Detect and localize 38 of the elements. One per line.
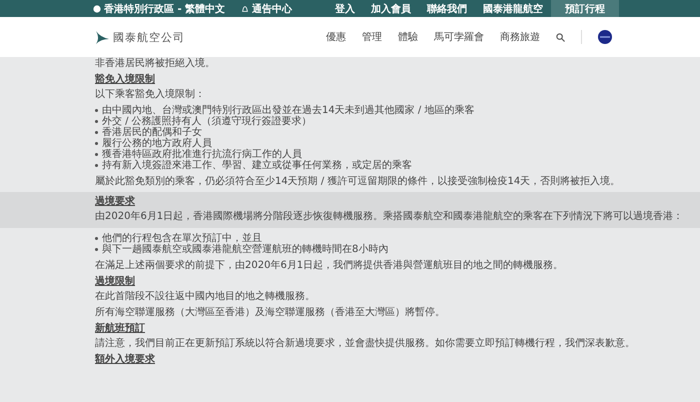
bell-icon	[241, 4, 250, 12]
top-link[interactable]: 預訂行程	[551, 0, 619, 17]
search-icon[interactable]	[556, 32, 565, 42]
top-link[interactable]: 加入會員	[363, 0, 419, 17]
section-heading: 額外入境要求	[95, 354, 156, 365]
top-link[interactable]: 聯絡我們	[419, 0, 475, 17]
logo-text: 國泰航空公司	[113, 30, 185, 44]
top-link[interactable]: 登入	[327, 0, 363, 17]
paragraph: 非香港居民將被拒絕入境。	[95, 58, 216, 69]
paragraph: 在此首階段不設往返中國內地目的地之轉機服務。	[95, 291, 316, 302]
paragraph: 屬於此豁免類別的乘客，仍必須符合至少14天預期 / 獲許可逗留期限的條件，以接受強制檢疫14天，否則將被拒入境。	[95, 176, 622, 187]
paragraph: 所有海空聯運服務（大灣區至香港）及海空聯運服務（香港至大灣區）將暫停。	[95, 307, 446, 318]
list-item: 外交 / 公務護照持有人（須遵守現行簽證要求）	[95, 116, 680, 127]
notices-label: 通告中心	[252, 2, 292, 16]
section-heading: 豁免入境限制	[95, 74, 156, 85]
membership-badge-icon[interactable]	[598, 30, 612, 44]
nav-item[interactable]: 商務旅遊	[500, 30, 540, 44]
paragraph: 請注意，我們目前正在更新預訂系統以符合新過境要求，並會盡快提供服務。如你需要立即預訂轉機行程，我們深表歉意。	[95, 338, 636, 349]
list-item: 香港居民的配偶和子女	[95, 127, 680, 138]
section-heading: 過境要求	[95, 196, 136, 207]
list-item: 與下一趟國泰航空或國泰港龍航空營運航班的轉機時間在8小時內	[95, 244, 680, 255]
bird-logo-icon	[95, 30, 109, 44]
nav-item[interactable]: 體驗	[398, 30, 418, 44]
top-link[interactable]: 國泰港龍航空	[475, 0, 551, 17]
nav-item[interactable]: 管理	[362, 30, 382, 44]
section-heading: 新航班預訂	[95, 323, 146, 334]
list-item: 由中國內地、台灣或澳門特別行政區出發並在過去14天未到過其他國家 / 地區的乘客	[95, 105, 680, 116]
notices-link[interactable]: 通告中心	[241, 2, 292, 16]
paragraph: 在滿足上述兩個要求的前提下，由2020年6月1日起，我們將提供香港與營運航班目的地之間的轉機服務。	[95, 260, 564, 271]
list-item: 履行公務的地方政府人員	[95, 138, 680, 149]
nav-item[interactable]: 優惠	[326, 30, 346, 44]
paragraph: 由2020年6月1日起，香港國際機場將分階段逐步恢復轉機服務。乘搭國泰航空和國泰港龍航空的乘客在下列情況下將可以過境香港：	[95, 211, 680, 222]
list-item: 他們的行程包含在單次預訂中，並且	[95, 233, 680, 244]
section-heading: 過境限制	[95, 276, 136, 287]
nav-item[interactable]: 馬可孛羅會	[434, 30, 484, 44]
list-item: 持有新入境簽證來港工作、學習、建立或從事任何業務，或定居的乘客	[95, 160, 680, 171]
list-item: 獲香港特區政府批准進行抗流行病工作的人員	[95, 149, 680, 160]
paragraph: 以下乘客豁免入境限制：	[95, 89, 206, 100]
